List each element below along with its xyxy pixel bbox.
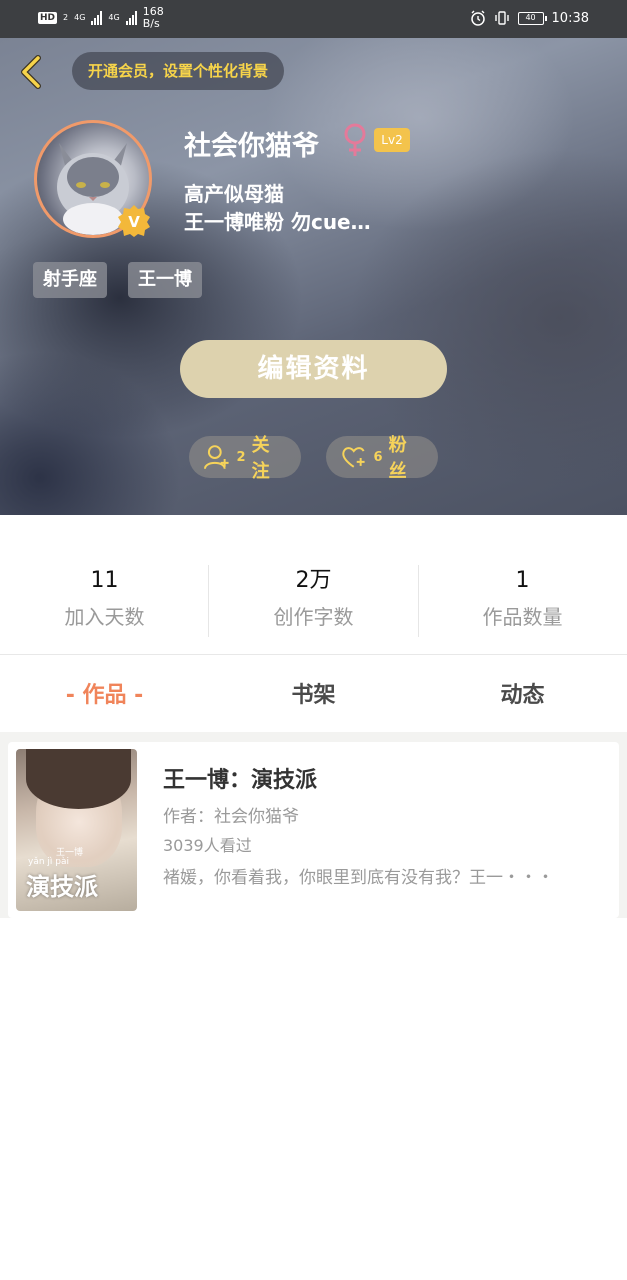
tab-works[interactable]: - 作品 -	[0, 656, 209, 732]
network-type-1: 4G	[74, 13, 86, 22]
alarm-icon	[470, 10, 485, 26]
clock: 10:38	[551, 10, 589, 26]
signal-icon	[91, 11, 103, 25]
profile-tabs: - 作品 - 书架 动态	[0, 656, 627, 732]
vibrate-icon	[494, 11, 509, 25]
stat-label: 作品数量	[482, 605, 563, 629]
stat-words-written: 2万 创作字数	[209, 565, 418, 630]
add-user-icon	[203, 445, 229, 470]
stat-days-joined: 11 加入天数	[0, 565, 209, 630]
tab-activity[interactable]: 动态	[418, 656, 627, 732]
following-count: 2	[236, 449, 246, 465]
stat-value: 1	[515, 568, 530, 593]
level-badge: Lv2	[374, 128, 410, 152]
work-card[interactable]: 王一博 yǎn jì pài 演技派 王一博：演技派 作者：社会你猫爷 3039…	[8, 742, 619, 918]
speed-unit: B/s	[142, 17, 160, 30]
stats-bar: 11 加入天数 2万 创作字数 1 作品数量	[0, 515, 627, 655]
stat-works-count: 1 作品数量	[418, 565, 627, 630]
work-author: 作者：社会你猫爷	[163, 807, 299, 827]
stat-label: 创作字数	[273, 605, 354, 629]
bio-line-1: 高产似母猫	[184, 182, 284, 206]
signal-icon-2	[125, 11, 137, 25]
edit-profile-button[interactable]: 编辑资料	[180, 340, 447, 398]
vip-background-promo[interactable]: 开通会员，设置个性化背景	[72, 52, 285, 90]
followers-label: 粉丝	[388, 435, 407, 482]
svg-text:V: V	[128, 213, 140, 231]
status-bar: HD 2 4G 4G 168 B/s 40 10:38	[0, 0, 627, 38]
status-right: 40 10:38	[470, 10, 589, 26]
bio-line-2: 王一博唯粉 勿cue…	[184, 210, 371, 234]
work-views: 3039人看过	[163, 836, 252, 855]
work-title: 王一博：演技派	[163, 768, 318, 793]
heart-plus-icon	[342, 447, 365, 468]
following-button[interactable]: 2 关注	[189, 435, 301, 482]
battery-icon: 40	[517, 11, 547, 25]
back-arrow-icon[interactable]	[14, 52, 48, 92]
network-type-2: 4G	[108, 13, 120, 22]
tab-bookshelf[interactable]: 书架	[209, 656, 418, 732]
book-cover[interactable]: 王一博 yǎn jì pài 演技派	[16, 749, 137, 911]
female-gender-icon	[344, 123, 366, 156]
sim-indicator: 2	[63, 13, 69, 22]
followers-count: 6	[373, 449, 383, 465]
stat-value: 11	[90, 568, 119, 593]
network-speed: 168 B/s	[143, 6, 164, 30]
hd-badge: HD	[38, 12, 58, 24]
username: 社会你猫爷	[184, 131, 319, 162]
cover-title: 演技派	[26, 873, 98, 901]
status-left: HD 2 4G 4G 168 B/s	[38, 6, 164, 30]
work-description: 褚媛，你看着我，你眼里到底有没有我？王一・・・	[163, 868, 554, 888]
profile-header: 开通会员，设置个性化背景 V 社会你猫爷 Lv2 高产似母猫 王一博唯粉 勿cu…	[0, 38, 627, 515]
cover-portrait-hair	[26, 749, 131, 809]
following-label: 关注	[251, 435, 270, 482]
stat-label: 加入天数	[64, 605, 145, 629]
cover-pinyin: yǎn jì pài	[28, 857, 69, 867]
stat-value: 2万	[295, 568, 332, 593]
verified-v-badge-icon: V	[118, 205, 150, 237]
works-list: 王一博 yǎn jì pài 演技派 王一博：演技派 作者：社会你猫爷 3039…	[0, 732, 627, 918]
followers-button[interactable]: 6 粉丝	[326, 435, 438, 482]
tag-zodiac[interactable]: 射手座	[33, 262, 107, 298]
tag-idol[interactable]: 王一博	[128, 262, 202, 298]
